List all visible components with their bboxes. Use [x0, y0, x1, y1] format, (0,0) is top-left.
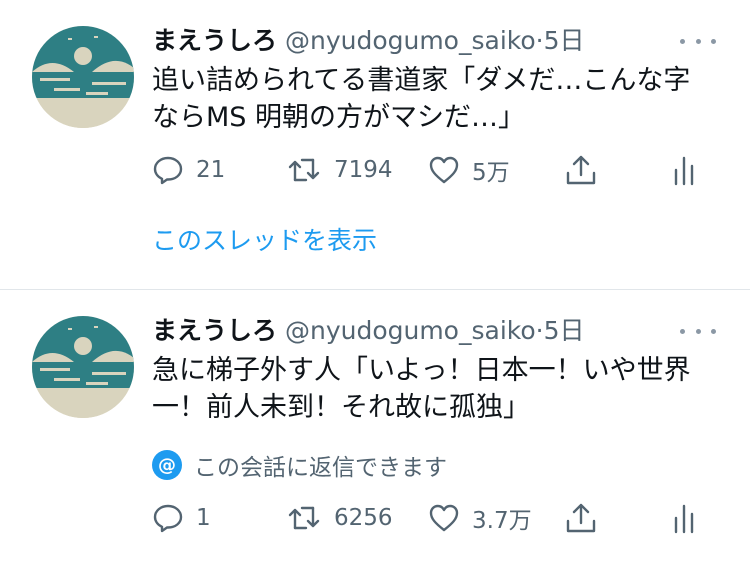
tweet-text: 追い詰められてる書道家「ダメだ…こんな字 ならMS 明朝の方がマシだ…」	[152, 62, 732, 136]
reply-restriction-text: この会話に返信できます	[194, 455, 447, 481]
share-icon	[566, 155, 596, 185]
user-handle[interactable]: @nyudogumo_saiko	[285, 26, 536, 55]
avatar-image	[32, 26, 134, 128]
like-button[interactable]: 3.7万	[428, 498, 532, 538]
show-thread-link[interactable]: このスレッドを表示	[152, 223, 377, 259]
reply-count: 21	[196, 157, 226, 183]
tweet[interactable]: まえうしろ @nyudogumo_saiko·5日 急に梯子外す人「いよっ！日本…	[0, 290, 750, 561]
avatar[interactable]	[32, 26, 134, 128]
tweet-actions: 21 7194 5万	[152, 150, 712, 190]
tweet-time[interactable]: 5日	[544, 26, 585, 55]
user-name[interactable]: まえうしろ	[152, 316, 277, 345]
tweet[interactable]: まえうしろ @nyudogumo_saiko·5日 追い詰められてる書道家「ダメ…	[0, 0, 750, 289]
avatar[interactable]	[32, 316, 134, 418]
share-icon	[566, 503, 596, 533]
retweet-count: 7194	[334, 157, 393, 183]
header-separator: ·	[535, 316, 544, 345]
tweet-time[interactable]: 5日	[544, 316, 585, 345]
retweet-icon	[288, 506, 320, 530]
like-count: 5万	[472, 160, 510, 186]
like-button[interactable]: 5万	[428, 150, 510, 190]
retweet-button[interactable]: 6256	[286, 498, 393, 538]
avatar-image	[32, 316, 134, 418]
reply-restriction-note: @ この会話に返信できます	[152, 447, 447, 483]
retweet-icon	[288, 158, 320, 182]
tweet-text-line: 急に梯子外す人「いよっ！日本一！いや世界	[152, 355, 691, 386]
more-icon[interactable]	[680, 26, 716, 56]
more-icon[interactable]	[680, 316, 716, 346]
user-name[interactable]: まえうしろ	[152, 26, 277, 55]
stats-button[interactable]	[672, 150, 696, 190]
stats-button[interactable]	[672, 498, 696, 538]
reply-count: 1	[196, 505, 211, 531]
stats-icon	[674, 504, 694, 534]
tweet-text-line: ならMS 明朝の方がマシだ…」	[152, 102, 526, 133]
like-count: 3.7万	[472, 508, 532, 534]
retweet-button[interactable]: 7194	[286, 150, 393, 190]
tweet-actions: 1 6256 3.7万	[152, 498, 712, 538]
tweet-text: 急に梯子外す人「いよっ！日本一！いや世界 一！前人未到！それ故に孤独」	[152, 352, 732, 426]
tweet-header: まえうしろ @nyudogumo_saiko·5日	[152, 22, 585, 60]
tweet-text-line: 一！前人未到！それ故に孤独」	[152, 392, 530, 423]
mention-icon: @	[152, 450, 182, 480]
reply-icon	[153, 156, 183, 185]
reply-icon	[153, 504, 183, 533]
like-icon	[429, 156, 459, 184]
retweet-count: 6256	[334, 505, 393, 531]
reply-button[interactable]: 21	[152, 150, 225, 190]
header-separator: ·	[535, 26, 544, 55]
tweet-text-line: 追い詰められてる書道家「ダメだ…こんな字	[152, 65, 691, 96]
stats-icon	[674, 156, 694, 186]
share-button[interactable]	[564, 498, 598, 538]
like-icon	[429, 504, 459, 532]
reply-button[interactable]: 1	[152, 498, 211, 538]
tweet-header: まえうしろ @nyudogumo_saiko·5日	[152, 312, 585, 350]
share-button[interactable]	[564, 150, 598, 190]
user-handle[interactable]: @nyudogumo_saiko	[285, 316, 536, 345]
